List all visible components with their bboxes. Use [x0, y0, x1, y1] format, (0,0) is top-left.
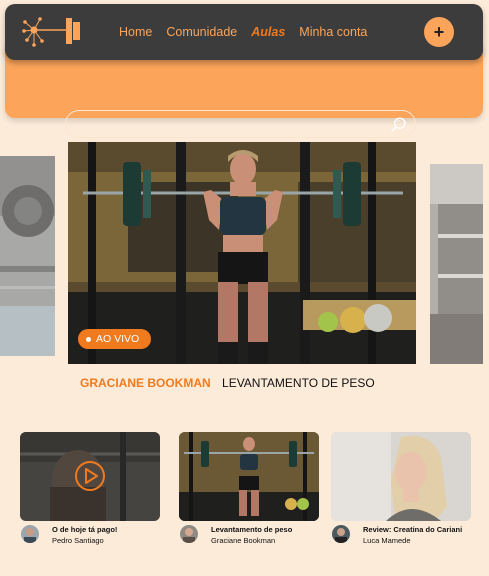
- header: Home Comunidade Aulas Minha conta +: [5, 4, 483, 138]
- avatar[interactable]: [180, 525, 198, 543]
- nav-minha-conta[interactable]: Minha conta: [299, 25, 367, 39]
- video-title[interactable]: O de hoje tá pago!: [52, 525, 117, 534]
- video-thumbnail[interactable]: [331, 432, 471, 521]
- logo[interactable]: [22, 14, 84, 50]
- video-thumbnail[interactable]: [179, 432, 319, 521]
- play-icon[interactable]: [74, 460, 106, 492]
- video-thumbnail[interactable]: [20, 432, 160, 521]
- nav-home[interactable]: Home: [119, 25, 152, 39]
- live-video-player[interactable]: AO VIVO: [68, 142, 416, 364]
- featured-caption: GRACIANE BOOKMAN LEVANTAMENTO DE PESO: [80, 376, 375, 390]
- video-card[interactable]: O de hoje tá pago! Pedro Santiago: [20, 432, 160, 549]
- video-author[interactable]: Pedro Santiago: [52, 536, 104, 545]
- featured-instructor[interactable]: GRACIANE BOOKMAN: [80, 376, 211, 390]
- live-dot-icon: [86, 336, 91, 342]
- avatar[interactable]: [21, 525, 39, 543]
- search-box[interactable]: [65, 110, 416, 138]
- nav-comunidade[interactable]: Comunidade: [166, 25, 237, 39]
- nav-aulas[interactable]: Aulas: [251, 25, 285, 39]
- video-card[interactable]: Levantamento de peso Graciane Bookman: [179, 432, 319, 549]
- featured-title[interactable]: LEVANTAMENTO DE PESO: [222, 376, 375, 390]
- avatar[interactable]: [332, 525, 350, 543]
- video-card[interactable]: Review: Creatina do Cariani Luca Mamede: [331, 432, 471, 549]
- video-title[interactable]: Review: Creatina do Cariani: [363, 525, 462, 534]
- main-nav: Home Comunidade Aulas Minha conta: [119, 25, 381, 39]
- search-input[interactable]: [76, 114, 376, 134]
- live-badge: AO VIVO: [78, 329, 152, 349]
- video-author[interactable]: Graciane Bookman: [211, 536, 275, 545]
- video-title[interactable]: Levantamento de peso: [211, 525, 292, 534]
- top-navbar: Home Comunidade Aulas Minha conta +: [5, 4, 483, 60]
- carousel-prev-slide[interactable]: [0, 156, 55, 356]
- search-icon[interactable]: [390, 116, 407, 133]
- video-list: O de hoje tá pago! Pedro Santiago Levant…: [0, 432, 489, 552]
- video-author[interactable]: Luca Mamede: [363, 536, 411, 545]
- live-badge-label: AO VIVO: [96, 333, 140, 345]
- add-button[interactable]: +: [424, 17, 454, 47]
- carousel-next-slide[interactable]: [430, 164, 483, 364]
- featured-carousel: AO VIVO: [0, 142, 489, 366]
